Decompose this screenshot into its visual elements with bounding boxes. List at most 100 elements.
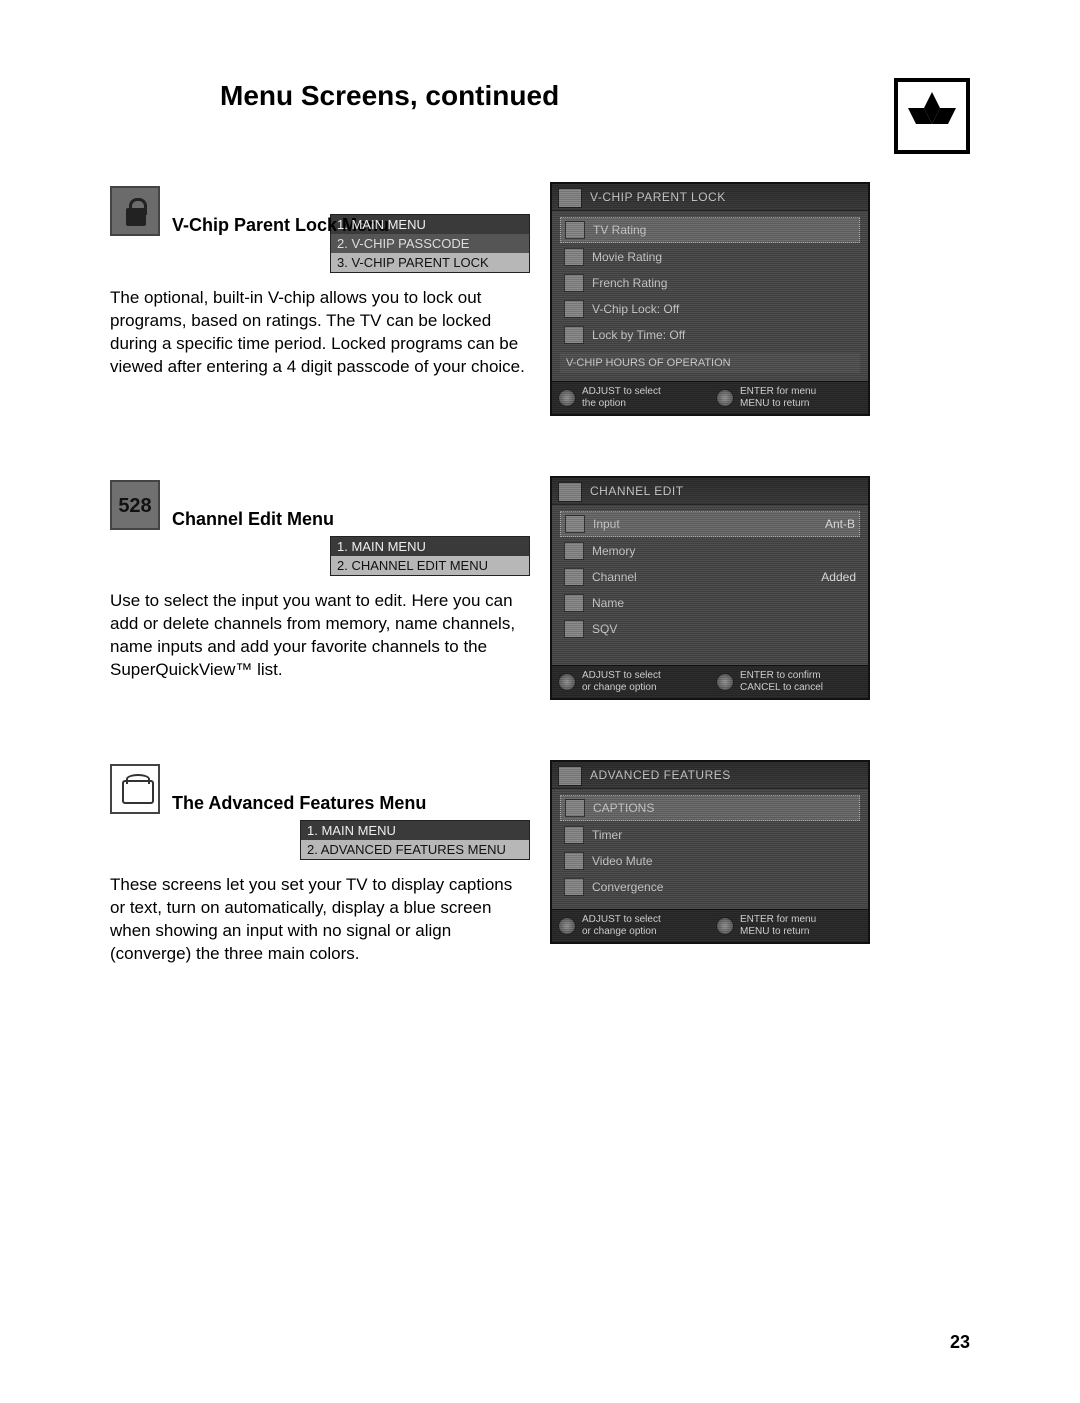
tv-footer: ADJUST to select the option ENTER for me…	[552, 381, 868, 414]
channel-breadcrumb: 1. MAIN MENU 2. CHANNEL EDIT MENU	[330, 536, 530, 576]
tv-menu-item: Input Ant-B	[560, 511, 860, 537]
row-icon	[564, 326, 584, 344]
page-title: Menu Screens, continued	[220, 80, 980, 112]
foot-line: ENTER for menu	[740, 386, 816, 398]
brand-logo	[894, 78, 970, 154]
tv-menu-item: SQV	[560, 617, 860, 641]
tv-screen-advanced: ADVANCED FEATURES CAPTIONS Timer Video M…	[550, 760, 870, 944]
row-icon	[565, 515, 585, 533]
tv-menu-item: French Rating	[560, 271, 860, 295]
tv-menu-item: Convergence	[560, 875, 860, 899]
tv-row-label: CAPTIONS	[593, 801, 855, 815]
tv-row-label: Movie Rating	[592, 250, 856, 264]
tv-row-value: Added	[815, 570, 856, 584]
row-icon	[564, 248, 584, 266]
tv-menu-item: Lock by Time: Off	[560, 323, 860, 347]
tv-row-label: Convergence	[592, 880, 856, 894]
page: Menu Screens, continued V-Chip Parent Lo…	[0, 0, 1080, 1403]
tv-row-label: Channel	[592, 570, 807, 584]
converge-icon	[564, 878, 584, 896]
tv-row-value: Ant-B	[819, 517, 855, 531]
breadcrumb-item: 2. V-CHIP PASSCODE	[331, 234, 529, 253]
row-icon	[564, 594, 584, 612]
tv-row-label: V-Chip Lock: Off	[592, 302, 856, 316]
tv-row-label: Name	[592, 596, 856, 610]
row-icon	[564, 568, 584, 586]
tv-footer: ADJUST to select or change option ENTER …	[552, 665, 868, 698]
tv-row-label: Memory	[592, 544, 856, 558]
channel-number-icon: 528	[110, 480, 160, 530]
row-icon	[564, 620, 584, 638]
tv-menu-item: CAPTIONS	[560, 795, 860, 821]
three-diamonds-icon	[902, 92, 962, 140]
channel-left: 528 Channel Edit Menu 1. MAIN MENU 2. CH…	[110, 476, 550, 682]
tv-row-label: SQV	[592, 622, 856, 636]
foot-line: CANCEL to cancel	[740, 682, 823, 694]
vchip-screenshot: V-CHIP PARENT LOCK TV Rating Movie Ratin…	[550, 182, 870, 416]
channel-screenshot: CHANNEL EDIT Input Ant-B Memory Channel	[550, 476, 870, 700]
section-channel: 528 Channel Edit Menu 1. MAIN MENU 2. CH…	[110, 476, 980, 700]
row-icon	[564, 300, 584, 318]
breadcrumb-item: 2. ADVANCED FEATURES MENU	[301, 840, 529, 859]
tv-menu-item: Timer	[560, 823, 860, 847]
breadcrumb-item: 1. MAIN MENU	[301, 821, 529, 840]
advanced-breadcrumb: 1. MAIN MENU 2. ADVANCED FEATURES MENU	[300, 820, 530, 860]
advanced-left: The Advanced Features Menu 1. MAIN MENU …	[110, 760, 550, 966]
tv-header-label: V-CHIP PARENT LOCK	[590, 190, 726, 204]
tv-row-label: Video Mute	[592, 854, 856, 868]
tv-header: ADVANCED FEATURES	[552, 762, 868, 789]
clock-icon	[564, 826, 584, 844]
button-icon	[716, 917, 734, 935]
tv-body: Input Ant-B Memory Channel Added Na	[552, 505, 868, 665]
row-icon	[564, 542, 584, 560]
advanced-body: These screens let you set your TV to dis…	[110, 874, 530, 966]
tv-screen-vchip: V-CHIP PARENT LOCK TV Rating Movie Ratin…	[550, 182, 870, 416]
foot-line: or change option	[582, 926, 661, 938]
foot-line: MENU to return	[740, 398, 816, 410]
tv-header-label: CHANNEL EDIT	[590, 484, 684, 498]
breadcrumb-item: 3. V-CHIP PARENT LOCK	[331, 253, 529, 272]
vchip-left: V-Chip Parent Lock Menu 1. MAIN MENU 2. …	[110, 182, 550, 379]
tv-menu-item: Memory	[560, 539, 860, 563]
foot-line: the option	[582, 398, 661, 410]
tv-row-label: TV Rating	[593, 223, 855, 237]
tv-header-label: ADVANCED FEATURES	[590, 768, 731, 782]
dpad-icon	[558, 389, 576, 407]
tv-subhead: V-CHIP HOURS OF OPERATION	[560, 353, 860, 373]
foot-line: ADJUST to select	[582, 670, 661, 682]
foot-line: or change option	[582, 682, 661, 694]
cc-icon	[565, 799, 585, 817]
foot-line: ADJUST to select	[582, 914, 661, 926]
toolbox-icon	[558, 766, 582, 786]
row-icon	[564, 274, 584, 292]
dpad-icon	[558, 917, 576, 935]
foot-line: MENU to return	[740, 926, 816, 938]
section-advanced: The Advanced Features Menu 1. MAIN MENU …	[110, 760, 980, 966]
tv-row-label: Timer	[592, 828, 856, 842]
tv-row-label: Input	[593, 517, 811, 531]
tv-row-label: French Rating	[592, 276, 856, 290]
page-number: 23	[950, 1332, 970, 1353]
tv-icon	[558, 482, 582, 502]
tv-header: CHANNEL EDIT	[552, 478, 868, 505]
tv-menu-item: Movie Rating	[560, 245, 860, 269]
foot-line: ENTER for menu	[740, 914, 816, 926]
foot-line: ENTER to confirm	[740, 670, 823, 682]
lock-icon	[110, 186, 160, 236]
vchip-body: The optional, built-in V-chip allows you…	[110, 287, 530, 379]
tv-row-label: Lock by Time: Off	[592, 328, 856, 342]
toolbox-icon	[110, 764, 160, 814]
button-icon	[716, 673, 734, 691]
channel-heading: Channel Edit Menu	[172, 509, 334, 530]
tv-header: V-CHIP PARENT LOCK	[552, 184, 868, 211]
tv-menu-item: TV Rating	[560, 217, 860, 243]
channel-body: Use to select the input you want to edit…	[110, 590, 530, 682]
screen-icon	[564, 852, 584, 870]
breadcrumb-item: 1. MAIN MENU	[331, 215, 529, 234]
tv-menu-item: Video Mute	[560, 849, 860, 873]
row-icon	[565, 221, 585, 239]
foot-line: ADJUST to select	[582, 386, 661, 398]
section-vchip: V-Chip Parent Lock Menu 1. MAIN MENU 2. …	[110, 182, 980, 416]
advanced-heading: The Advanced Features Menu	[172, 793, 426, 814]
button-icon	[716, 389, 734, 407]
